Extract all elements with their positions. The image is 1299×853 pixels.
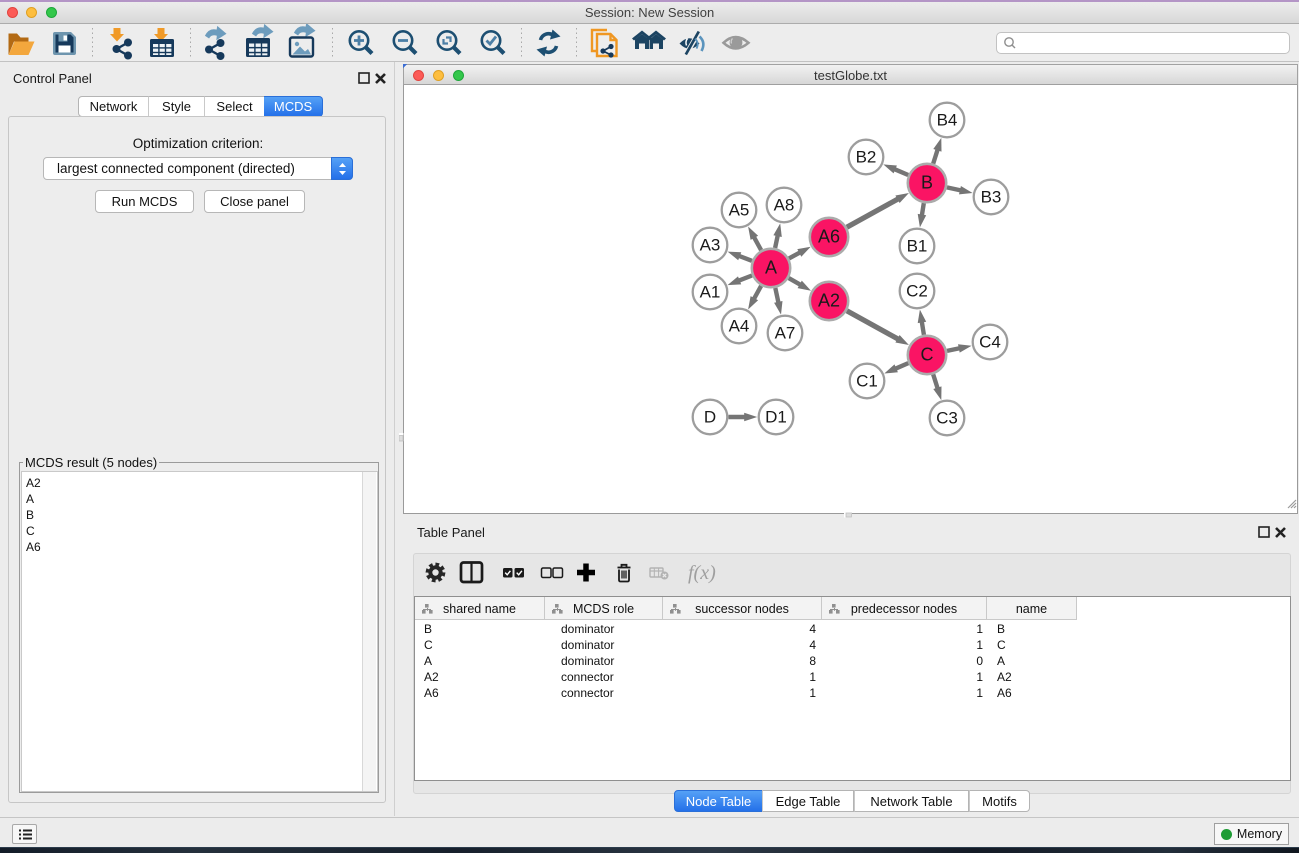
- svg-text:f(x): f(x): [688, 562, 716, 584]
